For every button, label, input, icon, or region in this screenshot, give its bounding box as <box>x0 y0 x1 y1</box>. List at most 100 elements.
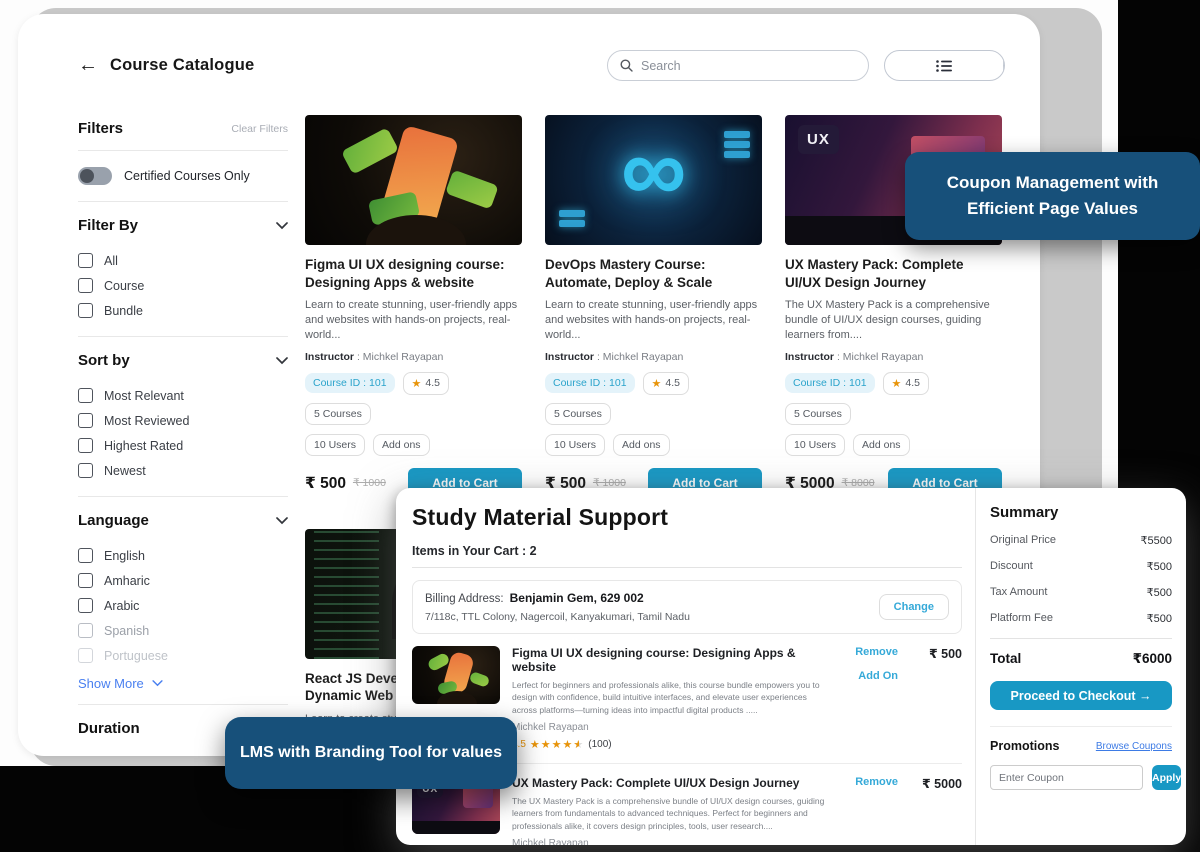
instructor-label: Instructor <box>305 351 354 363</box>
search-input[interactable] <box>641 59 856 73</box>
proceed-to-checkout-button[interactable]: Proceed to Checkout → <box>990 681 1172 710</box>
checkbox[interactable] <box>78 548 93 563</box>
course-card-devops[interactable]: ∞ DevOps Mastery Course: Automate, Deplo… <box>545 115 762 499</box>
checkbox[interactable] <box>78 463 93 478</box>
checkbox[interactable] <box>78 623 93 638</box>
cart-item-author: Michkel Rayapan <box>512 838 828 845</box>
summary-label: Original Price <box>990 534 1056 547</box>
cart-item-description: The UX Mastery Pack is a comprehensive b… <box>512 795 828 832</box>
rating-value: 4.5 <box>905 377 920 389</box>
search-bar[interactable] <box>607 50 869 81</box>
checkbox[interactable] <box>78 413 93 428</box>
browse-coupons-link[interactable]: Browse Coupons <box>1096 741 1172 752</box>
summary-row-tax: Tax Amount ₹500 <box>990 586 1172 599</box>
sort-option-most-reviewed[interactable]: Most Reviewed <box>78 408 288 433</box>
cart-item-description: Lerfect for beginners and professionals … <box>512 679 828 716</box>
total-value: ₹6000 <box>1133 651 1172 667</box>
rating-badge: ★4.5 <box>643 372 689 395</box>
addons-badge[interactable]: Add ons <box>613 434 670 456</box>
show-more-link[interactable]: Show More <box>78 676 288 691</box>
language-header[interactable]: Language <box>78 510 288 533</box>
divider <box>78 704 288 705</box>
filters-sidebar: Filters Clear Filters Certified Courses … <box>78 120 288 756</box>
summary-row-platform-fee: Platform Fee ₹500 <box>990 612 1172 625</box>
star-icon: ★ <box>892 377 902 390</box>
summary-label: Tax Amount <box>990 586 1047 599</box>
cart-item-title: Figma UI UX designing course: Designing … <box>512 646 828 674</box>
checkbox[interactable] <box>78 573 93 588</box>
course-title: Figma UI UX designing course: Designing … <box>305 256 522 291</box>
list-view-icon <box>936 60 952 72</box>
sort-option-newest[interactable]: Newest <box>78 458 288 483</box>
divider <box>990 638 1172 639</box>
summary-value: ₹5500 <box>1141 534 1172 547</box>
course-title: UX Mastery Pack: Complete UI/UX Design J… <box>785 256 1002 291</box>
rating-value: 4.5 <box>665 377 680 389</box>
rating-badge: ★4.5 <box>403 372 449 395</box>
instructor-name: : Michkel Rayapan <box>837 351 923 363</box>
certified-toggle-row: Certified Courses Only <box>78 164 288 188</box>
show-more-label: Show More <box>78 676 144 691</box>
language-option-arabic[interactable]: Arabic <box>78 593 288 618</box>
checkbox[interactable] <box>78 388 93 403</box>
checkbox[interactable] <box>78 303 93 318</box>
rating-count: (100) <box>588 739 611 750</box>
certified-toggle[interactable] <box>78 167 112 185</box>
addons-badge[interactable]: Add ons <box>853 434 910 456</box>
filter-option-bundle[interactable]: Bundle <box>78 298 288 323</box>
sort-option-most-relevant[interactable]: Most Relevant <box>78 383 288 408</box>
view-toggle <box>884 50 1005 81</box>
duration-title: Duration <box>78 720 140 737</box>
rating-value: 4.5 <box>425 377 440 389</box>
star-icon: ★ <box>652 377 662 390</box>
option-label: Amharic <box>104 574 150 588</box>
banner-text: LMS with Branding Tool for values <box>240 744 502 762</box>
courses-count-badge: 5 Courses <box>545 403 611 425</box>
modal-title: Study Material Support <box>412 504 975 531</box>
filters-title: Filters <box>78 120 123 137</box>
filter-by-options: All Course Bundle <box>78 248 288 323</box>
course-title: DevOps Mastery Course: Automate, Deploy … <box>545 256 762 291</box>
course-id-badge: Course ID : 101 <box>545 373 635 393</box>
checkbox[interactable] <box>78 648 93 663</box>
option-label: Highest Rated <box>104 439 183 453</box>
course-description: The UX Mastery Pack is a comprehensive b… <box>785 298 1002 343</box>
checkbox[interactable] <box>78 253 93 268</box>
filter-option-course[interactable]: Course <box>78 273 288 298</box>
language-option-amharic[interactable]: Amharic <box>78 568 288 593</box>
instructor-label: Instructor <box>545 351 594 363</box>
change-address-button[interactable]: Change <box>879 594 949 620</box>
divider <box>990 726 1172 727</box>
users-count-badge: 10 Users <box>545 434 605 456</box>
divider <box>78 150 288 151</box>
checkbox[interactable] <box>78 438 93 453</box>
language-options: English Amharic Arabic Spanish Portugues… <box>78 543 288 668</box>
language-option-portuguese[interactable]: Portuguese <box>78 643 288 668</box>
remove-item-link[interactable]: Remove <box>840 646 898 658</box>
language-option-spanish[interactable]: Spanish <box>78 618 288 643</box>
sort-by-header[interactable]: Sort by <box>78 350 288 373</box>
language-option-english[interactable]: English <box>78 543 288 568</box>
filter-by-header[interactable]: Filter By <box>78 215 288 238</box>
addons-badge[interactable]: Add ons <box>373 434 430 456</box>
option-label: Most Reviewed <box>104 414 189 428</box>
study-material-modal: Study Material Support Items in Your Car… <box>396 488 1186 845</box>
remove-item-link[interactable]: Remove <box>840 776 898 788</box>
sort-option-highest-rated[interactable]: Highest Rated <box>78 433 288 458</box>
clear-filters-button[interactable]: Clear Filters <box>231 123 288 135</box>
chevron-down-icon <box>276 222 288 230</box>
courses-count-badge: 5 Courses <box>785 403 851 425</box>
list-view-button[interactable] <box>885 51 1004 80</box>
checkbox[interactable] <box>78 278 93 293</box>
star-rating-icons: ★★★★★★ <box>530 738 584 751</box>
chevron-down-icon <box>152 680 163 687</box>
checkbox[interactable] <box>78 598 93 613</box>
divider <box>78 496 288 497</box>
billing-address: 7/118c, TTL Colony, Nagercoil, Kanyakuma… <box>425 611 879 623</box>
filter-option-all[interactable]: All <box>78 248 288 273</box>
course-card-figma[interactable]: Figma UI UX designing course: Designing … <box>305 115 522 499</box>
apply-coupon-button[interactable]: Apply <box>1152 765 1181 790</box>
add-on-link[interactable]: Add On <box>840 670 898 682</box>
back-arrow-icon[interactable]: ← <box>78 54 98 77</box>
coupon-input[interactable] <box>990 765 1143 790</box>
